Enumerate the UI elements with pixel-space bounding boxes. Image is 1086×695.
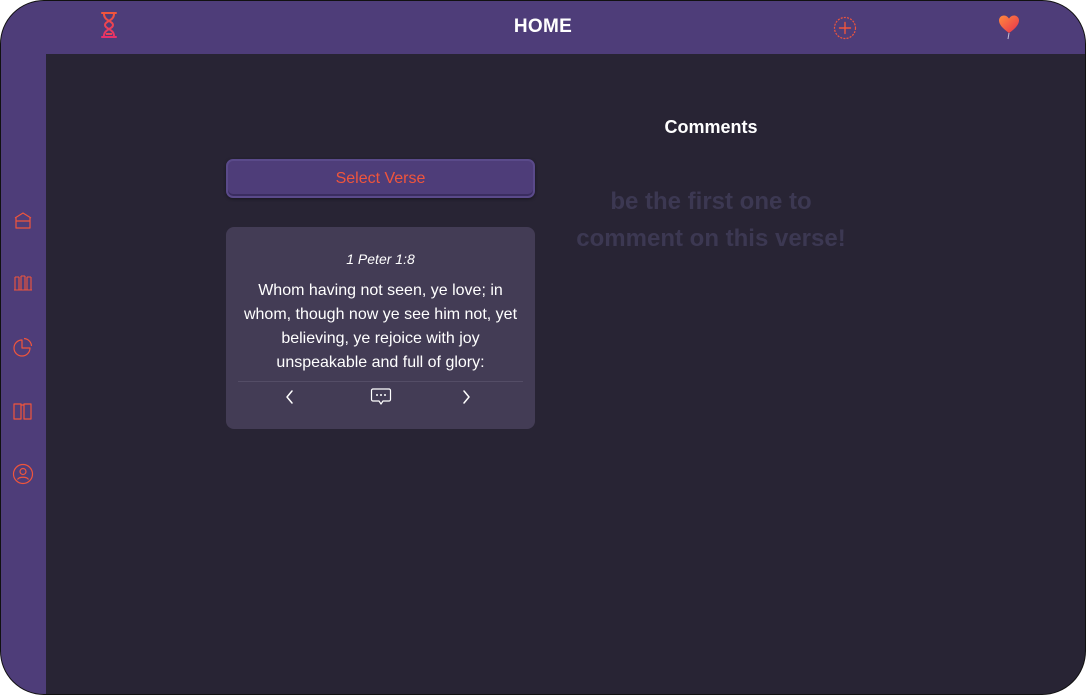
pie-chart-icon[interactable]: [12, 336, 34, 358]
sidebar: [1, 54, 46, 694]
page-title: HOME: [513, 16, 573, 37]
top-bar: HOME: [1, 1, 1085, 54]
empty-comments-message: be the first one to comment on this vers…: [576, 188, 846, 252]
app-window: HOME Select Verse 1 Peter 1:8 Whom havin…: [0, 0, 1086, 695]
church-icon[interactable]: [12, 209, 34, 231]
plus-circle-icon[interactable]: [833, 16, 857, 40]
select-verse-button[interactable]: Select Verse: [226, 159, 535, 198]
user-circle-icon[interactable]: [12, 463, 34, 485]
previous-verse-button[interactable]: [276, 387, 304, 411]
verse-card: 1 Peter 1:8 Whom having not seen, ye lov…: [226, 227, 535, 429]
comment-bubble-icon: [370, 387, 392, 412]
comment-button[interactable]: [367, 387, 395, 411]
chevron-left-icon: [284, 389, 296, 410]
chevron-right-icon: [460, 389, 472, 410]
library-icon[interactable]: [12, 272, 34, 294]
verse-text: Whom having not seen, ye love; in whom, …: [243, 282, 518, 371]
comments-heading: Comments: [664, 117, 758, 137]
heart-balloon-icon[interactable]: [997, 13, 1021, 41]
verse-reference: 1 Peter 1:8: [346, 251, 415, 267]
next-verse-button[interactable]: [452, 387, 480, 411]
card-divider: [238, 381, 523, 382]
book-icon[interactable]: [12, 400, 34, 422]
